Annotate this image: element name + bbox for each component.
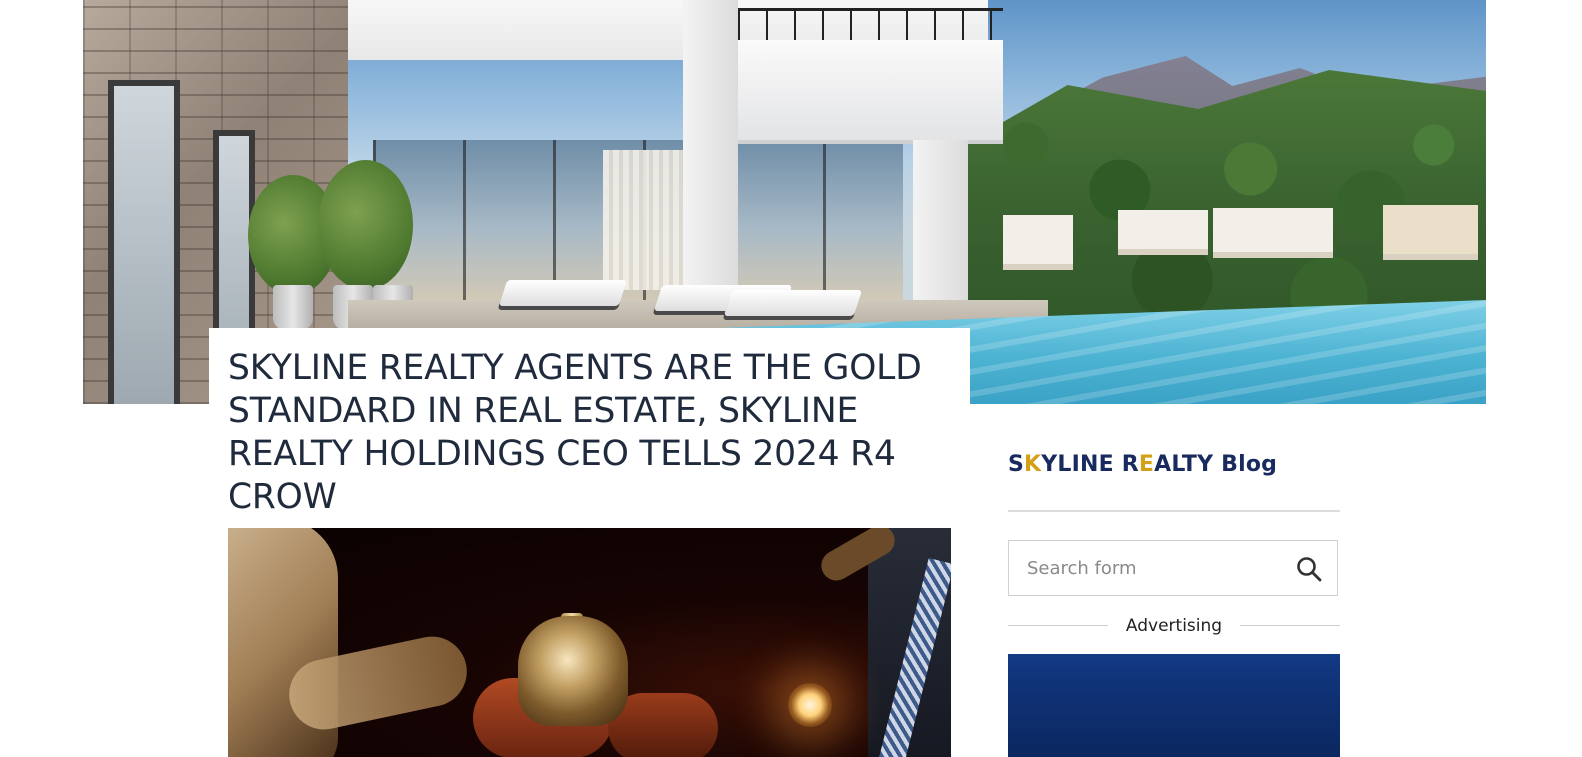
blog-title-part: S (1008, 452, 1025, 477)
advertising-label: Advertising (1125, 616, 1223, 636)
divider (1240, 625, 1340, 626)
hero-column (913, 140, 968, 310)
search-input[interactable] (1027, 541, 1277, 595)
search-icon (1297, 557, 1322, 582)
article-title: SKYLINE REALTY AGENTS ARE THE GOLD STAND… (228, 348, 922, 517)
advertising-banner[interactable] (1008, 654, 1340, 757)
hero-column (683, 0, 738, 300)
hero-lounger (723, 290, 863, 316)
hero-villa (1118, 210, 1208, 255)
hero-plant (318, 160, 413, 290)
sidebar-divider (1008, 510, 1340, 512)
search-button[interactable] (1295, 555, 1323, 583)
hero-balcony (738, 40, 1003, 144)
hero-window (108, 80, 180, 404)
photo-trophy (518, 616, 628, 726)
blog-title-part: YLINE R (1041, 452, 1139, 477)
blog-title-part: ALTY Blog (1154, 452, 1278, 477)
hero-villa (1383, 205, 1478, 260)
hero-villa (1003, 215, 1073, 270)
blog-title-accent: K (1024, 452, 1042, 477)
hero-pot (273, 285, 313, 330)
blog-title-accent: E (1138, 452, 1155, 477)
blog-title[interactable]: SKYLINE REALTY Blog (1008, 450, 1277, 480)
search-form (1008, 540, 1338, 596)
photo-light (788, 683, 832, 727)
divider (1008, 625, 1108, 626)
article-photo (228, 528, 951, 757)
advertising-heading: Advertising (1008, 612, 1340, 640)
hero-lounger (498, 280, 628, 306)
page: SKYLINE REALTY AGENTS ARE THE GOLD STAND… (0, 0, 1582, 757)
hero-villa (1213, 208, 1333, 258)
